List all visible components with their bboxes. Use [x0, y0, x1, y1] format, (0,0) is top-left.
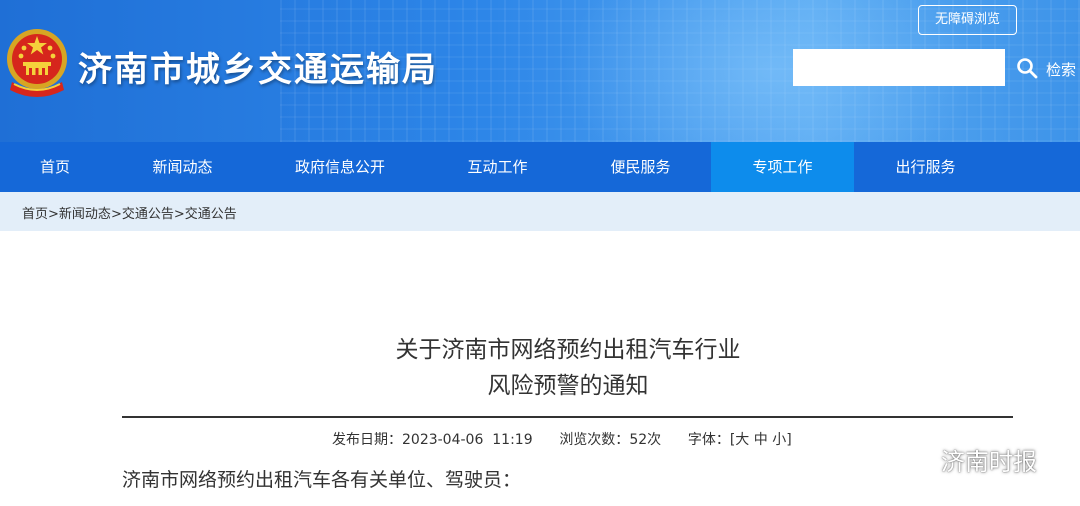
breadcrumb-separator: > [173, 207, 185, 222]
article-title-line-1: 关于济南市网络预约出租汽车行业 [395, 337, 741, 363]
nav-item-services[interactable]: 便民服务 [570, 142, 711, 192]
breadcrumb: 首页>新闻动态>交通公告>交通公告 [22, 203, 237, 222]
published-date: 2023-04-06 11:19 [402, 432, 533, 448]
main-nav: 首页 新闻动态 政府信息公开 互动工作 便民服务 专项工作 出行服务 [0, 142, 1080, 192]
breadcrumb-link-home[interactable]: 首页 [22, 207, 48, 222]
views-count: 52次 [629, 432, 662, 448]
accessibility-button[interactable]: 无障碍浏览 [918, 5, 1017, 35]
breadcrumb-separator: > [110, 207, 122, 222]
nav-item-travel[interactable]: 出行服务 [854, 142, 997, 192]
nav-item-news[interactable]: 新闻动态 [110, 142, 255, 192]
search-button[interactable]: 检索 [1046, 59, 1076, 80]
search-icon[interactable] [1016, 57, 1038, 79]
title-divider [122, 416, 1013, 418]
article-title: 关于济南市网络预约出租汽车行业 风险预警的通知 [0, 332, 1080, 404]
site-title: 济南市城乡交通运输局 [78, 50, 438, 90]
nav-item-special-work[interactable]: 专项工作 [711, 142, 854, 192]
breadcrumb-bar: 首页>新闻动态>交通公告>交通公告 [0, 192, 1080, 231]
breadcrumb-link-news[interactable]: 新闻动态 [59, 207, 111, 222]
published-label: 发布日期： [332, 432, 402, 448]
watermark-text: 济南时报 [941, 448, 1037, 476]
breadcrumb-separator: > [48, 207, 59, 222]
search-input[interactable] [793, 49, 1005, 86]
national-emblem-icon [7, 29, 67, 97]
article-salutation: 济南市网络预约出租汽车各有关单位、驾驶员： [122, 469, 522, 491]
nav-item-gov-info[interactable]: 政府信息公开 [255, 142, 425, 192]
font-size-label: 字体： [687, 432, 730, 448]
nav-item-interaction[interactable]: 互动工作 [425, 142, 570, 192]
wechat-icon [898, 447, 934, 475]
article-title-line-2: 风险预警的通知 [487, 373, 649, 399]
site-header: 济南市城乡交通运输局 无障碍浏览 检索 [0, 0, 1080, 142]
views-label: 浏览次数： [559, 432, 630, 448]
article-meta: 发布日期：2023-04-06 11:19 浏览次数：52次 字体：[大 中 小… [332, 429, 792, 449]
nav-item-home[interactable]: 首页 [0, 142, 110, 192]
breadcrumb-link-traffic-notice[interactable]: 交通公告 [122, 207, 174, 222]
font-size-options[interactable]: [大 中 小] [730, 432, 792, 448]
breadcrumb-link-traffic-notice-current[interactable]: 交通公告 [185, 207, 237, 222]
